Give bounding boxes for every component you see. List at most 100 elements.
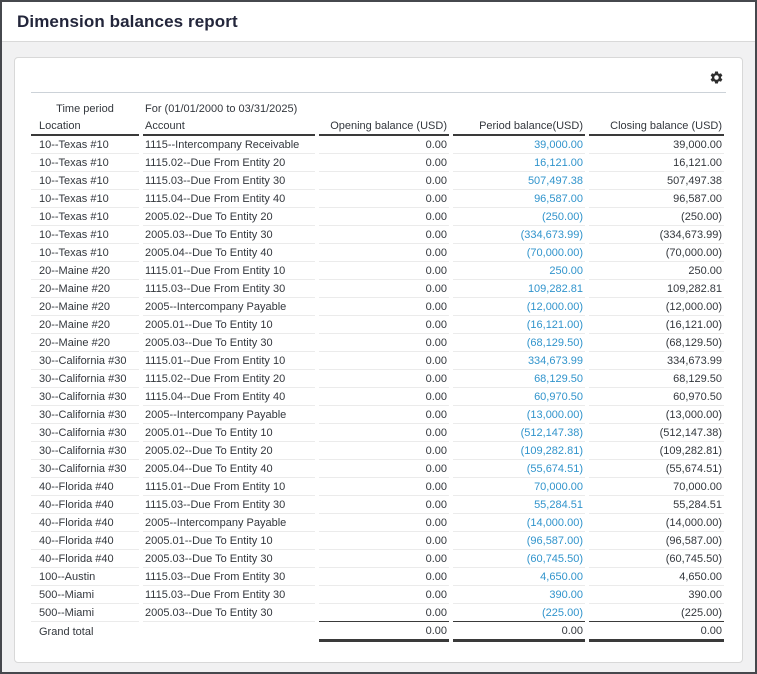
account-cell: 2005.02--Due To Entity 20 [143, 442, 315, 460]
account-cell: 1115.02--Due From Entity 20 [143, 154, 315, 172]
location-cell: 20--Maine #20 [31, 280, 139, 298]
opening-balance-cell: 0.00 [319, 532, 449, 550]
time-period-label: Time period [31, 101, 139, 117]
period-balance-link[interactable]: (12,000.00) [453, 298, 585, 316]
period-balance-link[interactable]: (55,674.51) [453, 460, 585, 478]
period-balance-link[interactable]: (512,147.38) [453, 424, 585, 442]
column-header-period-balance: Period balance(USD) [453, 117, 585, 136]
table-row: 30--California #301115.02--Due From Enti… [31, 370, 724, 388]
opening-balance-cell: 0.00 [319, 136, 449, 154]
table-row: 500--Miami1115.03--Due From Entity 300.0… [31, 586, 724, 604]
location-cell: 30--California #30 [31, 370, 139, 388]
location-cell: 20--Maine #20 [31, 298, 139, 316]
closing-balance-cell: (512,147.38) [589, 424, 724, 442]
period-balance-link[interactable]: 16,121.00 [453, 154, 585, 172]
account-cell: 1115.01--Due From Entity 10 [143, 262, 315, 280]
period-balance-link[interactable]: (14,000.00) [453, 514, 585, 532]
column-header-location: Location [31, 117, 139, 136]
closing-balance-cell: (13,000.00) [589, 406, 724, 424]
grand-total-closing: 0.00 [589, 622, 724, 642]
period-balance-link[interactable]: 68,129.50 [453, 370, 585, 388]
closing-balance-cell: (60,745.50) [589, 550, 724, 568]
account-cell: 2005.01--Due To Entity 10 [143, 316, 315, 334]
table-row: 30--California #302005--Intercompany Pay… [31, 406, 724, 424]
table-row: 30--California #301115.04--Due From Enti… [31, 388, 724, 406]
account-cell: 1115.01--Due From Entity 10 [143, 352, 315, 370]
table-row: 20--Maine #201115.03--Due From Entity 30… [31, 280, 724, 298]
account-cell: 2005.02--Due To Entity 20 [143, 208, 315, 226]
location-cell: 30--California #30 [31, 424, 139, 442]
closing-balance-cell: (70,000.00) [589, 244, 724, 262]
period-balance-link[interactable]: (16,121.00) [453, 316, 585, 334]
period-balance-link[interactable]: (60,745.50) [453, 550, 585, 568]
location-cell: 10--Texas #10 [31, 136, 139, 154]
period-balance-link[interactable]: 96,587.00 [453, 190, 585, 208]
closing-balance-cell: (334,673.99) [589, 226, 724, 244]
opening-balance-cell: 0.00 [319, 406, 449, 424]
location-cell: 40--Florida #40 [31, 496, 139, 514]
period-balance-link[interactable]: (70,000.00) [453, 244, 585, 262]
period-balance-link[interactable]: (68,129.50) [453, 334, 585, 352]
opening-balance-cell: 0.00 [319, 316, 449, 334]
closing-balance-cell: 68,129.50 [589, 370, 724, 388]
opening-balance-cell: 0.00 [319, 208, 449, 226]
opening-balance-cell: 0.00 [319, 190, 449, 208]
location-cell: 30--California #30 [31, 442, 139, 460]
closing-balance-cell: (109,282.81) [589, 442, 724, 460]
period-balance-link[interactable]: 250.00 [453, 262, 585, 280]
closing-balance-cell: 55,284.51 [589, 496, 724, 514]
account-cell: 2005--Intercompany Payable [143, 406, 315, 424]
opening-balance-cell: 0.00 [319, 442, 449, 460]
account-cell: 2005.04--Due To Entity 40 [143, 244, 315, 262]
table-row: 30--California #302005.02--Due To Entity… [31, 442, 724, 460]
account-cell: 2005.01--Due To Entity 10 [143, 424, 315, 442]
closing-balance-cell: 334,673.99 [589, 352, 724, 370]
period-balance-link[interactable]: (250.00) [453, 208, 585, 226]
column-header-closing-balance: Closing balance (USD) [589, 117, 724, 136]
period-balance-link[interactable]: (334,673.99) [453, 226, 585, 244]
grand-total-opening: 0.00 [319, 622, 449, 642]
location-cell: 10--Texas #10 [31, 244, 139, 262]
closing-balance-cell: (96,587.00) [589, 532, 724, 550]
period-balance-link[interactable]: 39,000.00 [453, 136, 585, 154]
period-balance-link[interactable]: (109,282.81) [453, 442, 585, 460]
table-row: 10--Texas #102005.04--Due To Entity 400.… [31, 244, 724, 262]
account-cell: 1115.01--Due From Entity 10 [143, 478, 315, 496]
location-cell: 500--Miami [31, 604, 139, 622]
opening-balance-cell: 0.00 [319, 478, 449, 496]
period-balance-link[interactable]: (13,000.00) [453, 406, 585, 424]
grand-total-account-cell [143, 622, 315, 642]
location-cell: 500--Miami [31, 586, 139, 604]
balances-table: Time period For (01/01/2000 to 03/31/202… [27, 101, 728, 642]
period-balance-link[interactable]: 4,650.00 [453, 568, 585, 586]
page-title: Dimension balances report [17, 12, 238, 32]
closing-balance-cell: 109,282.81 [589, 280, 724, 298]
opening-balance-cell: 0.00 [319, 370, 449, 388]
period-balance-link[interactable]: 334,673.99 [453, 352, 585, 370]
closing-balance-cell: 60,970.50 [589, 388, 724, 406]
location-cell: 20--Maine #20 [31, 262, 139, 280]
location-cell: 30--California #30 [31, 388, 139, 406]
opening-balance-cell: 0.00 [319, 352, 449, 370]
table-row: 100--Austin1115.03--Due From Entity 300.… [31, 568, 724, 586]
table-row: 40--Florida #402005--Intercompany Payabl… [31, 514, 724, 532]
closing-balance-cell: 39,000.00 [589, 136, 724, 154]
closing-balance-cell: (68,129.50) [589, 334, 724, 352]
account-cell: 1115.03--Due From Entity 30 [143, 568, 315, 586]
period-balance-link[interactable]: (96,587.00) [453, 532, 585, 550]
opening-balance-cell: 0.00 [319, 334, 449, 352]
location-cell: 40--Florida #40 [31, 478, 139, 496]
report-card: Time period For (01/01/2000 to 03/31/202… [14, 57, 743, 663]
table-row: 20--Maine #202005--Intercompany Payable0… [31, 298, 724, 316]
period-balance-link[interactable]: 507,497.38 [453, 172, 585, 190]
table-row: 10--Texas #101115.03--Due From Entity 30… [31, 172, 724, 190]
period-balance-link[interactable]: 390.00 [453, 586, 585, 604]
period-balance-link[interactable]: 109,282.81 [453, 280, 585, 298]
period-balance-link[interactable]: 60,970.50 [453, 388, 585, 406]
period-balance-link[interactable]: (225.00) [453, 604, 585, 622]
period-balance-link[interactable]: 70,000.00 [453, 478, 585, 496]
settings-button[interactable] [707, 68, 726, 87]
period-balance-link[interactable]: 55,284.51 [453, 496, 585, 514]
report-table-body: 10--Texas #101115--Intercompany Receivab… [31, 136, 724, 622]
table-row: 10--Texas #101115--Intercompany Receivab… [31, 136, 724, 154]
